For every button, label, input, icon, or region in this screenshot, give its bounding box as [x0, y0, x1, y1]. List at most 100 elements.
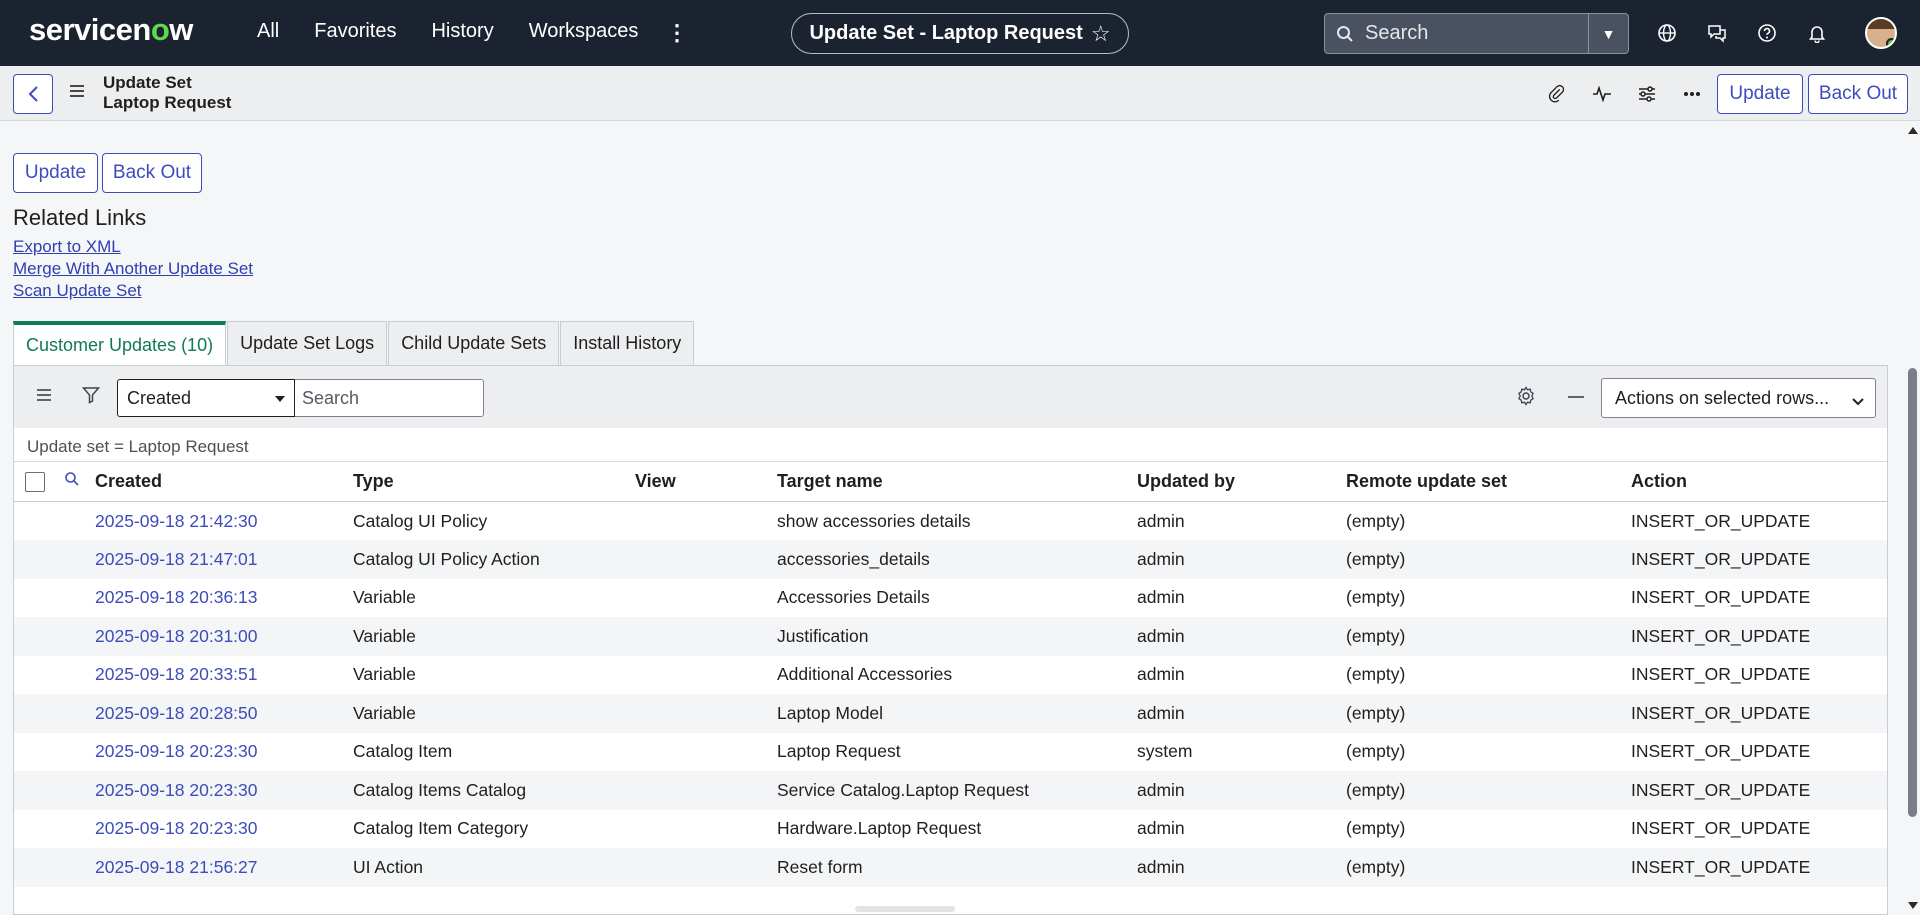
nav-workspaces[interactable]: Workspaces	[529, 20, 639, 43]
cell-view	[635, 617, 777, 656]
row-info-cell	[50, 502, 95, 541]
select-all-checkbox[interactable]	[25, 472, 45, 493]
user-avatar[interactable]	[1865, 17, 1897, 49]
cell-created[interactable]: 2025-09-18 21:47:01	[95, 540, 353, 579]
cell-view	[635, 540, 777, 579]
table-row[interactable]: 2025-09-18 20:28:50 Variable Laptop Model a…	[14, 694, 1887, 733]
top-icons	[1654, 20, 1830, 46]
vertical-scrollbar[interactable]	[1905, 121, 1920, 915]
table-row[interactable]: 2025-09-18 20:31:00 Variable Justification…	[14, 617, 1887, 656]
list-menu-icon[interactable]	[36, 388, 52, 407]
horizontal-scrollbar-thumb[interactable]	[855, 906, 955, 912]
update-button[interactable]: Update	[13, 153, 98, 193]
table-row[interactable]: 2025-09-18 20:36:13 Variable Accessories D…	[14, 579, 1887, 618]
cell-view	[635, 810, 777, 849]
col-created[interactable]: Created	[95, 461, 353, 502]
form-header: Update Set Laptop Request Update Back Ou…	[0, 66, 1920, 121]
header-back-out-button[interactable]: Back Out	[1808, 74, 1908, 114]
tab-child-update-sets[interactable]: Child Update Sets	[388, 321, 560, 365]
row-info-cell	[50, 656, 95, 695]
col-action[interactable]: Action	[1631, 461, 1887, 502]
export-to-xml-link[interactable]: Export to XML	[13, 237, 121, 257]
top-navigation: servicenow All Favorites History Workspa…	[0, 0, 1920, 66]
search-dropdown-icon[interactable]: ▼	[1588, 14, 1628, 53]
row-checkbox-cell	[14, 502, 50, 541]
table-row[interactable]: 2025-09-18 21:42:30 Catalog UI Policy show…	[14, 502, 1887, 541]
cell-remote-update-set: (empty)	[1346, 848, 1631, 887]
row-checkbox-cell	[14, 579, 50, 618]
tab-update-set-logs[interactable]: Update Set Logs	[227, 321, 388, 365]
table-row[interactable]: 2025-09-18 20:23:30 Catalog Item Laptop Re…	[14, 733, 1887, 772]
cell-created[interactable]: 2025-09-18 20:23:30	[95, 771, 353, 810]
global-search[interactable]: Search ▼	[1324, 13, 1629, 54]
cell-updated-by: admin	[1137, 848, 1346, 887]
col-type[interactable]: Type	[353, 461, 635, 502]
bell-icon[interactable]	[1804, 20, 1830, 46]
cell-created[interactable]: 2025-09-18 20:36:13	[95, 579, 353, 618]
chat-icon[interactable]	[1704, 20, 1730, 46]
help-icon[interactable]	[1754, 20, 1780, 46]
activity-icon[interactable]	[1590, 82, 1614, 106]
cell-remote-update-set: (empty)	[1346, 818, 1406, 839]
star-icon[interactable]: ☆	[1091, 21, 1111, 47]
header-update-button[interactable]: Update	[1717, 74, 1803, 114]
current-record-pill[interactable]: Update Set - Laptop Request ☆	[791, 13, 1129, 54]
list-breadcrumb[interactable]: Update set = Laptop Request	[27, 437, 249, 457]
cell-target-name: Reset form	[777, 848, 1137, 887]
merge-update-set-link[interactable]: Merge With Another Update Set	[13, 259, 253, 279]
row-info-cell	[50, 733, 95, 772]
gear-icon[interactable]	[1516, 386, 1536, 411]
col-updated-by[interactable]: Updated by	[1137, 461, 1346, 502]
nav-all[interactable]: All	[257, 20, 279, 43]
col-remote-update-set[interactable]: Remote update set	[1346, 461, 1631, 502]
tab-install-history[interactable]: Install History	[560, 321, 695, 365]
collapse-icon[interactable]	[1567, 386, 1585, 404]
form-menu-icon[interactable]	[69, 84, 85, 103]
chevron-left-icon	[28, 86, 38, 102]
cell-type: UI Action	[353, 848, 635, 887]
nav-history[interactable]: History	[431, 20, 493, 43]
table-row[interactable]: 2025-09-18 20:33:51 Variable Additional Ac…	[14, 656, 1887, 695]
more-menu-icon[interactable]: ⋮	[666, 20, 688, 46]
col-view[interactable]: View	[635, 461, 777, 502]
cell-action: INSERT_OR_UPDATE	[1631, 617, 1887, 656]
tab-customer-updates[interactable]: Customer Updates (10)	[13, 321, 227, 365]
table-row[interactable]: 2025-09-18 21:47:01 Catalog UI Policy Act…	[14, 540, 1887, 579]
scrollbar-thumb[interactable]	[1908, 368, 1917, 817]
cell-remote-update-set: (empty)	[1346, 771, 1631, 810]
cell-target-name: Accessories Details	[777, 587, 930, 608]
scroll-up-icon[interactable]	[1908, 127, 1918, 134]
table-row[interactable]: 2025-09-18 20:23:30 Catalog Items Catalog…	[14, 771, 1887, 810]
back-out-button[interactable]: Back Out	[102, 153, 202, 193]
cell-created[interactable]: 2025-09-18 20:28:50	[95, 694, 353, 733]
cell-created[interactable]: 2025-09-18 20:23:30	[95, 733, 353, 772]
scroll-down-icon[interactable]	[1908, 902, 1918, 909]
search-field-select[interactable]: Created	[117, 379, 295, 417]
table-row[interactable]: 2025-09-18 20:23:30 Catalog Item Category…	[14, 810, 1887, 849]
current-record-title: Update Set - Laptop Request	[809, 22, 1083, 44]
filter-icon[interactable]	[81, 386, 101, 409]
globe-icon[interactable]	[1654, 20, 1680, 46]
servicenow-logo[interactable]: servicenow	[29, 12, 193, 48]
back-button[interactable]	[13, 74, 53, 114]
col-target-name[interactable]: Target name	[777, 461, 1137, 502]
nav-favorites[interactable]: Favorites	[314, 20, 396, 43]
cell-created[interactable]: 2025-09-18 20:33:51	[95, 656, 353, 695]
cell-target-name: Laptop Request	[777, 741, 901, 762]
paperclip-icon[interactable]	[1545, 82, 1569, 106]
row-checkbox-cell	[14, 810, 50, 849]
cell-target-name: Service Catalog.Laptop Request	[777, 771, 1137, 810]
table-row[interactable]: 2025-09-18 21:56:27 UI Action Reset form ad…	[14, 848, 1887, 887]
actions-on-selected-rows-select[interactable]: Actions on selected rows...	[1601, 378, 1876, 418]
scan-update-set-link[interactable]: Scan Update Set	[13, 281, 142, 301]
list-search-input[interactable]: Search	[295, 379, 484, 417]
cell-created[interactable]: 2025-09-18 21:42:30	[95, 502, 353, 541]
cell-updated-by: admin	[1137, 694, 1346, 733]
sliders-icon[interactable]	[1635, 82, 1659, 106]
more-icon[interactable]	[1680, 82, 1704, 106]
cell-created[interactable]: 2025-09-18 21:56:27	[95, 848, 353, 887]
cell-created[interactable]: 2025-09-18 20:23:30	[95, 810, 353, 849]
column-search-icon[interactable]	[50, 461, 95, 502]
cell-created[interactable]: 2025-09-18 20:31:00	[95, 617, 353, 656]
cell-view	[635, 502, 777, 541]
